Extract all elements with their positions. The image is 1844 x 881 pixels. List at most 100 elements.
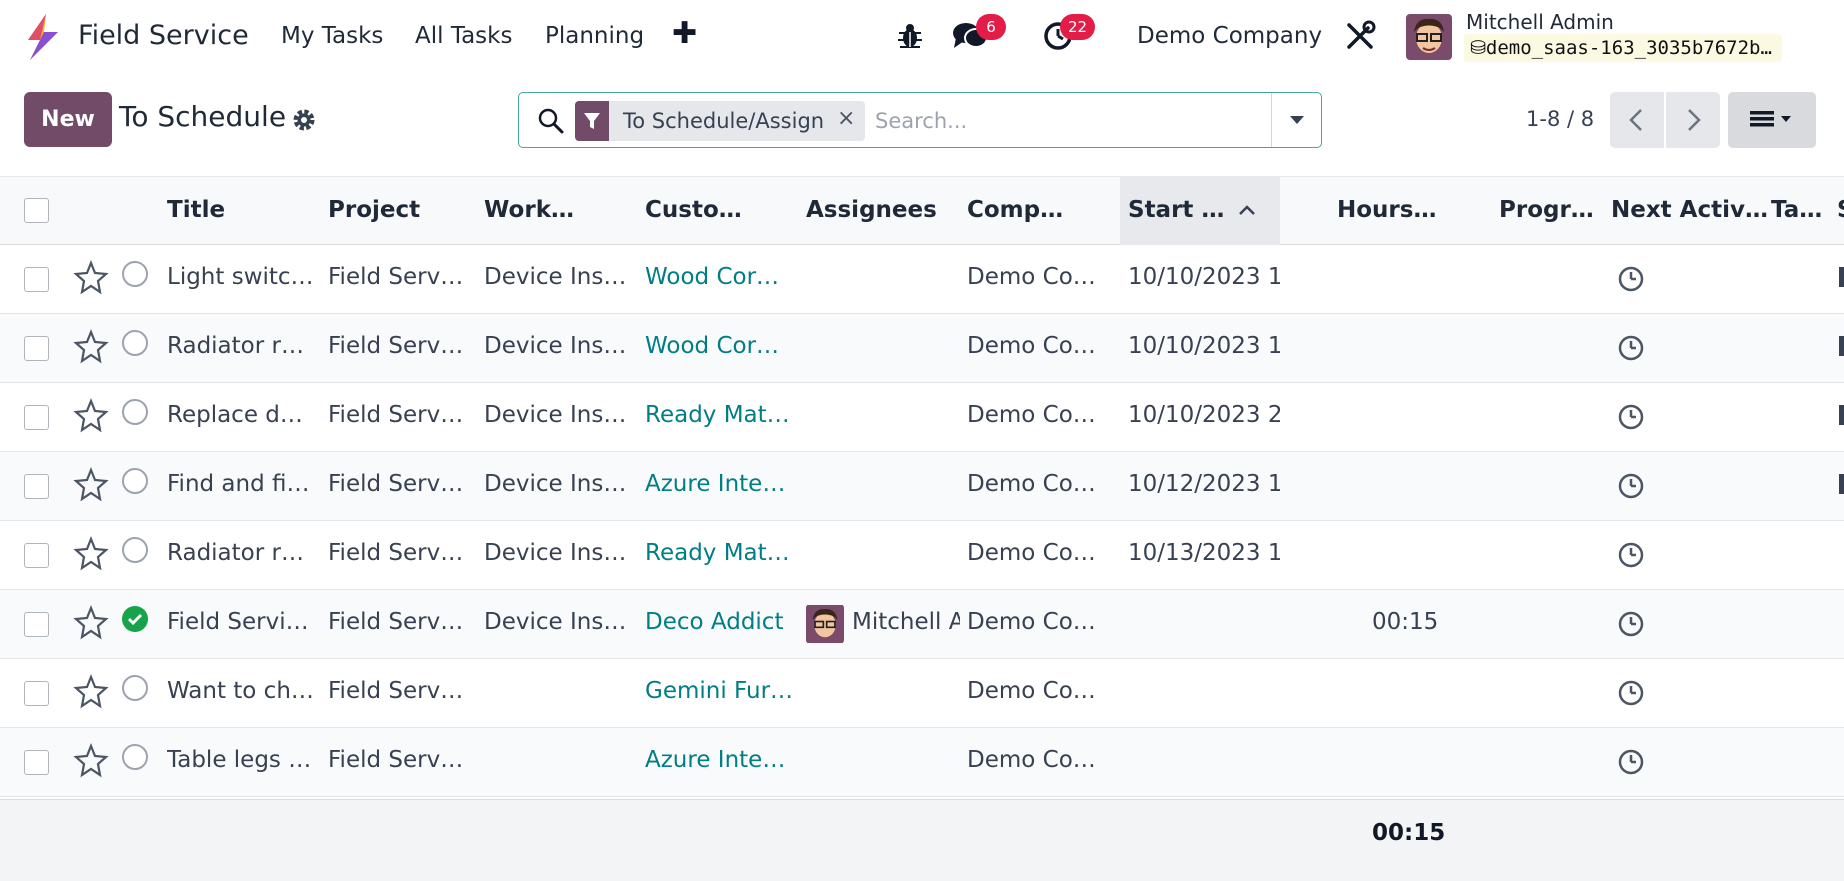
search-icon[interactable] [537,107,565,135]
state-circle-icon[interactable] [122,675,148,701]
menu-my-tasks[interactable]: My Tasks [281,23,383,49]
star-icon[interactable] [73,674,109,710]
total-hours: 00:15 [1372,820,1446,846]
column-next-activity[interactable]: Next Activ… [1611,197,1768,223]
star-icon[interactable] [73,467,109,503]
column-project[interactable]: Project [328,197,420,223]
column-customer[interactable]: Custo… [645,197,742,223]
cell-company: Demo Co… [967,609,1096,635]
activity-clock-icon[interactable] [1617,334,1645,362]
column-worksheet[interactable]: Work… [484,197,574,223]
pager-previous-button[interactable] [1610,92,1664,148]
plus-icon[interactable]: ✚ [672,16,697,51]
cell-customer[interactable]: Wood Cor… [645,264,793,290]
state-circle-icon[interactable] [122,399,148,425]
gear-icon[interactable] [292,108,316,132]
overflow-cell-edge [1839,267,1844,287]
cell-start-date: 10/12/2023 13 [1128,471,1280,497]
cell-title: Table legs … [167,747,312,773]
row-checkbox[interactable] [24,750,49,775]
column-progress[interactable]: Progr… [1499,197,1594,223]
cell-customer[interactable]: Ready Mat… [645,402,793,428]
database-icon: ⛁ [1470,37,1486,59]
filter-icon [575,101,609,141]
table-row[interactable]: Radiator r… Field Serv… Device Ins… Ready M… [0,521,1844,590]
column-hours[interactable]: Hours… [1337,197,1436,223]
state-circle-icon[interactable] [122,537,148,563]
column-assignees[interactable]: Assignees [806,197,937,223]
user-avatar[interactable] [1406,14,1452,60]
activity-clock-icon[interactable] [1617,748,1645,776]
menu-planning[interactable]: Planning [545,23,644,49]
cell-customer[interactable]: Wood Cor… [645,333,793,359]
cell-customer[interactable]: Gemini Fur… [645,678,793,704]
activity-clock-icon[interactable] [1617,472,1645,500]
star-icon[interactable] [73,260,109,296]
app-name[interactable]: Field Service [78,20,249,51]
table-row[interactable]: Want to ch… Field Serv… Gemini Fur… Demo Co… [0,659,1844,728]
row-checkbox[interactable] [24,612,49,637]
activity-clock-icon[interactable] [1617,541,1645,569]
star-icon[interactable] [73,329,109,365]
user-name[interactable]: Mitchell Admin [1466,10,1614,34]
column-tags[interactable]: Ta… [1771,197,1822,223]
remove-filter-icon[interactable]: × [837,106,855,131]
row-checkbox[interactable] [24,336,49,361]
select-all-checkbox[interactable] [24,198,49,223]
state-circle-icon[interactable] [122,744,148,770]
view-switcher-button[interactable] [1728,92,1816,148]
cell-hours: 00:15 [1372,609,1439,635]
cell-customer[interactable]: Ready Mat… [645,540,793,566]
debug-bug-icon[interactable] [895,20,925,50]
caret-down-icon [1290,116,1304,124]
state-circle-icon[interactable] [122,468,148,494]
new-button[interactable]: New [24,92,112,147]
developer-tools-icon[interactable] [1344,20,1376,52]
table-row[interactable]: Radiator r… Field Serv… Device Ins… Wood Co… [0,314,1844,383]
company-switcher[interactable]: Demo Company [1137,23,1322,49]
table-row[interactable]: Find and fi… Field Serv… Device Ins… Azure … [0,452,1844,521]
activity-clock-icon[interactable] [1617,679,1645,707]
state-done-icon[interactable] [122,606,148,632]
cell-title: Field Servi… [167,609,309,635]
column-start-date[interactable]: Start … [1128,197,1224,223]
cell-project: Field Serv… [328,609,464,635]
activity-clock-icon[interactable] [1617,403,1645,431]
state-circle-icon[interactable] [122,330,148,356]
state-circle-icon[interactable] [122,261,148,287]
activity-clock-icon[interactable] [1617,610,1645,638]
pager-value[interactable]: 1-8 / 8 [1526,107,1594,131]
search-options-toggle[interactable] [1271,93,1322,147]
cell-worksheet: Device Ins… [484,471,627,497]
star-icon[interactable] [73,605,109,641]
pager-next-button[interactable] [1666,92,1720,148]
table-row[interactable]: Replace d… Field Serv… Device Ins… Ready Ma… [0,383,1844,452]
cell-company: Demo Co… [967,264,1096,290]
row-checkbox[interactable] [24,681,49,706]
star-icon[interactable] [73,398,109,434]
cell-customer[interactable]: Deco Addict [645,609,793,635]
database-name: ⛁demo_saas-163_3035b7672b… [1464,34,1782,62]
cell-customer[interactable]: Azure Inte… [645,747,793,773]
overflow-cell-edge [1839,336,1844,356]
table-row[interactable]: Light switc… Field Serv… Device Ins… Wood C… [0,245,1844,314]
row-checkbox[interactable] [24,474,49,499]
search-input[interactable] [875,101,1235,141]
activity-clock-icon[interactable] [1617,265,1645,293]
cell-company: Demo Co… [967,402,1096,428]
column-title[interactable]: Title [167,197,225,223]
column-company[interactable]: Comp… [967,197,1063,223]
row-checkbox[interactable] [24,267,49,292]
menu-all-tasks[interactable]: All Tasks [415,23,512,49]
star-icon[interactable] [73,536,109,572]
row-checkbox[interactable] [24,405,49,430]
row-checkbox[interactable] [24,543,49,568]
chevron-left-icon [1629,109,1642,131]
cell-customer[interactable]: Azure Inte… [645,471,793,497]
star-icon[interactable] [73,743,109,779]
table-row[interactable]: Field Servi… Field Serv… Device Ins… Deco A… [0,590,1844,659]
sort-ascending-icon[interactable] [1236,199,1258,221]
table-row[interactable]: Table legs … Field Serv… Azure Inte… Demo C… [0,728,1844,797]
field-service-logo-icon[interactable] [24,14,60,60]
cell-start-date: 10/10/2023 20 [1128,402,1280,428]
